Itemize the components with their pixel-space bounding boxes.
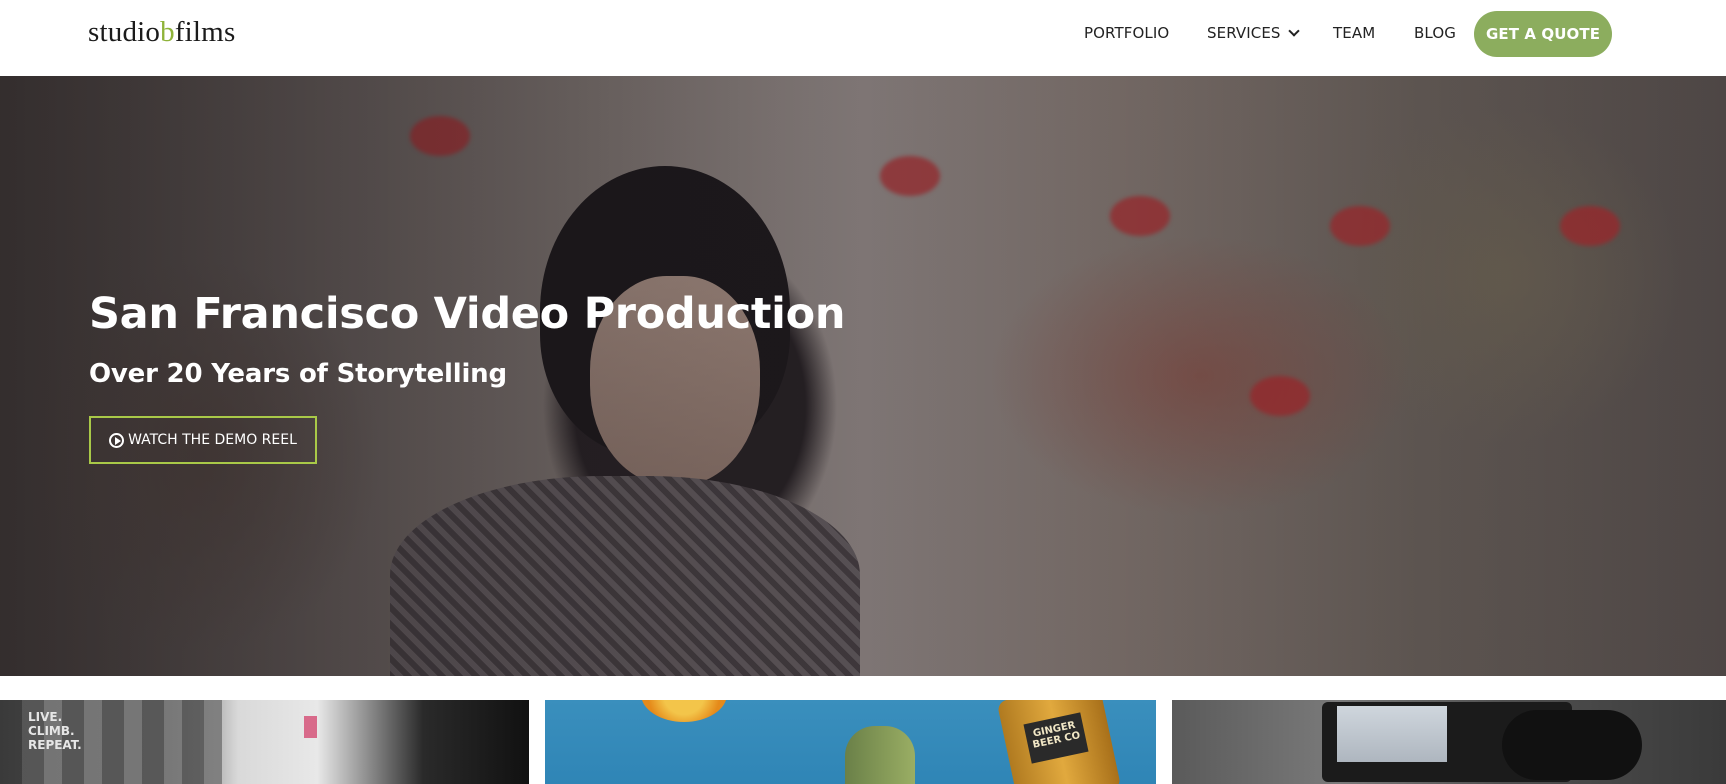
hero-subtitle: Over 20 Years of Storytelling <box>89 359 507 389</box>
camera-screen-image <box>1337 706 1447 762</box>
logo-text-studio: studio <box>88 16 161 48</box>
chevron-down-icon <box>1287 25 1300 37</box>
nav-portfolio-link[interactable]: PORTFOLIO <box>1084 24 1169 42</box>
orange-slice-image <box>641 700 727 722</box>
nav-services-label: SERVICES <box>1207 24 1281 42</box>
camera-lens-image <box>1502 710 1642 780</box>
logo-text-b: b <box>160 16 175 48</box>
site-header: studiobfilms PORTFOLIO SERVICES TEAM BLO… <box>0 0 1726 76</box>
watch-demo-reel-button[interactable]: WATCH THE DEMO REEL <box>89 416 317 464</box>
play-circle-icon <box>109 432 125 448</box>
nav-services-link[interactable]: SERVICES <box>1207 24 1300 42</box>
logo[interactable]: studiobfilms <box>88 16 235 49</box>
portfolio-thumbnail-camera[interactable] <box>1172 700 1726 784</box>
hero-section: San Francisco Video Production Over 20 Y… <box>0 76 1726 676</box>
nav-team-link[interactable]: TEAM <box>1333 24 1375 42</box>
nav-blog-link[interactable]: BLOG <box>1414 24 1456 42</box>
portfolio-thumbnail-climbing[interactable]: LIVE. CLIMB. REPEAT. <box>0 700 529 784</box>
bottle-image <box>845 726 915 784</box>
logo-text-films: films <box>174 16 236 48</box>
poster-text: LIVE. CLIMB. REPEAT. <box>28 710 82 752</box>
poster-tag <box>304 716 317 738</box>
hero-title: San Francisco Video Production <box>89 289 846 339</box>
get-a-quote-button[interactable]: GET A QUOTE <box>1474 11 1612 57</box>
watch-demo-reel-label: WATCH THE DEMO REEL <box>128 432 297 448</box>
portfolio-thumbnail-ginger-beer[interactable]: GINGER BEER CO <box>545 700 1156 784</box>
